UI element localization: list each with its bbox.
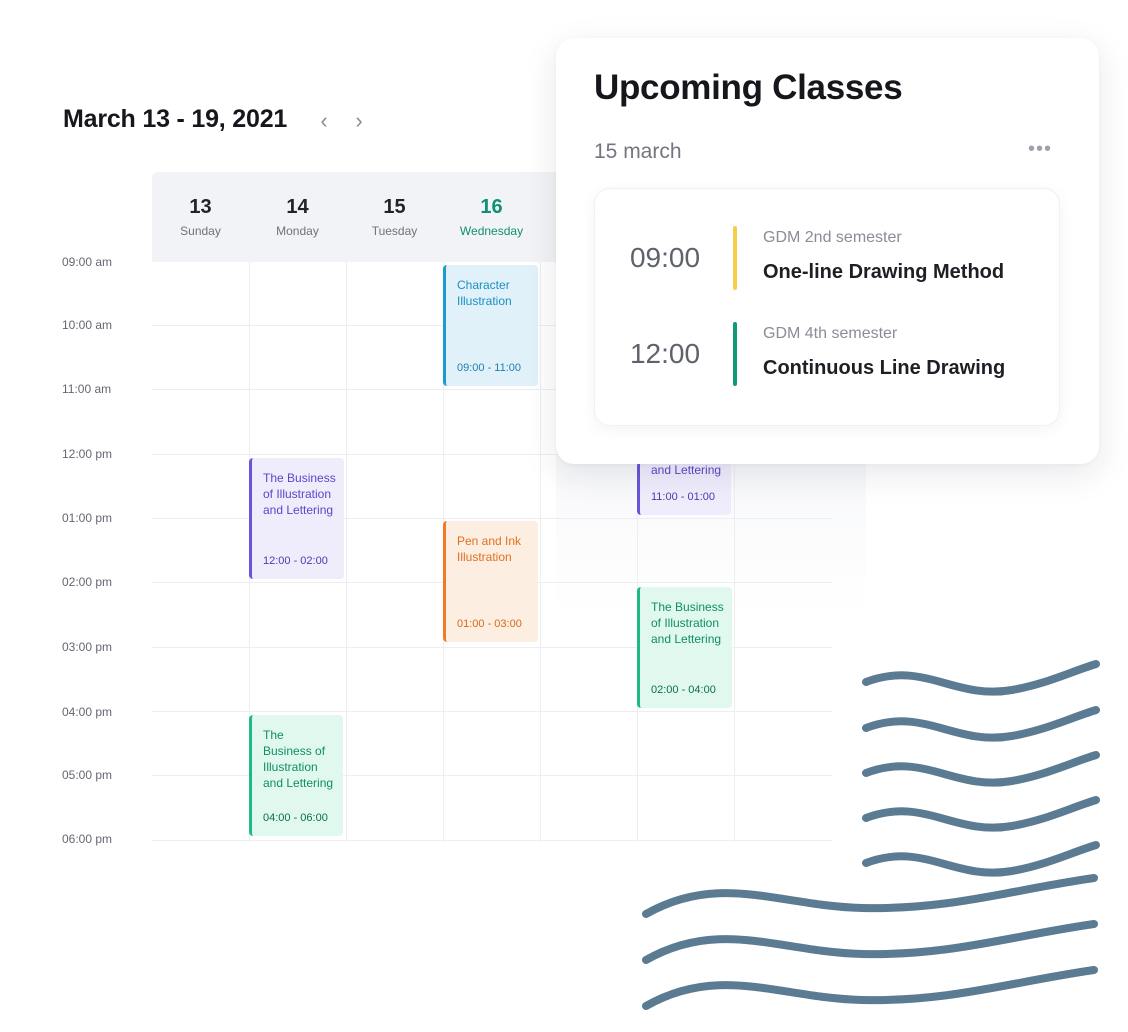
wave-line: [862, 660, 1100, 696]
wave-line: [642, 920, 1098, 964]
wave-line: [642, 966, 1098, 1010]
decorative-waves: [642, 660, 1100, 1010]
wave-line: [862, 841, 1100, 877]
wave-line: [862, 796, 1100, 832]
wave-line: [862, 751, 1100, 787]
wave-line: [642, 874, 1098, 918]
wave-line: [862, 706, 1100, 742]
